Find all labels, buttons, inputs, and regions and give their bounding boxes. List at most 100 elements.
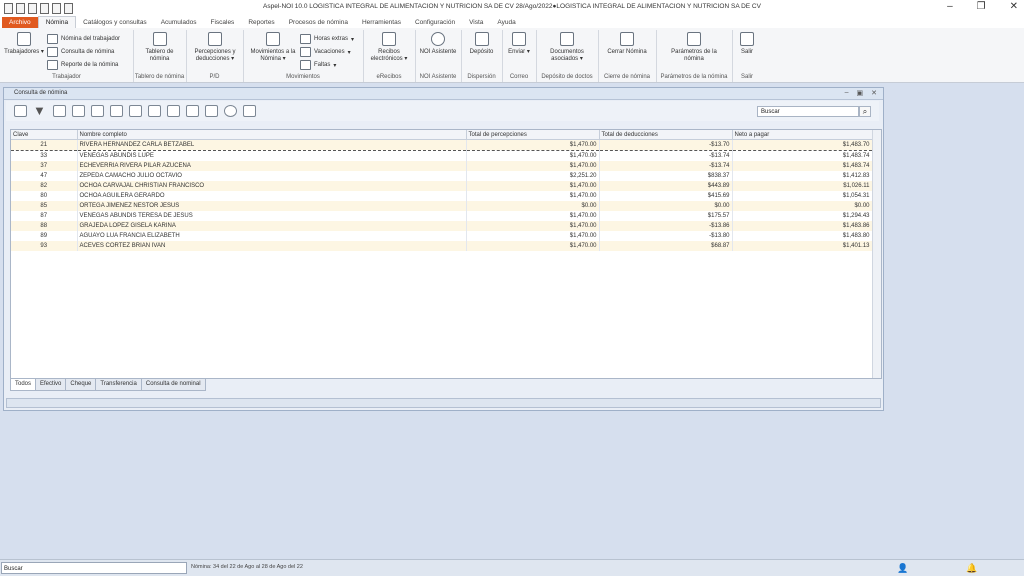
window-controls: – ❐ ✕ bbox=[947, 1, 1018, 12]
group-cierre: Cerrar Nómina Cierre de nómina bbox=[598, 30, 657, 82]
trabajadores-button[interactable]: Trabajadores ▾ bbox=[4, 32, 44, 56]
consulta-nomina-button[interactable]: Consulta de nómina bbox=[47, 47, 114, 57]
view-icon[interactable] bbox=[53, 105, 66, 117]
tab-herramientas[interactable]: Herramientas bbox=[355, 17, 408, 28]
table-row[interactable]: 93 ACEVES CORTEZ BRIAN IVAN $1,470.00 $68.8… bbox=[11, 241, 873, 251]
filter-icon[interactable]: ▼ bbox=[33, 104, 47, 117]
calendar-icon[interactable] bbox=[186, 105, 199, 117]
recibos-button[interactable]: Recibos electrónicos ▾ bbox=[367, 32, 411, 63]
horas-extras-button[interactable]: Horas extras ▾ bbox=[300, 34, 354, 44]
tab-fiscales[interactable]: Fiscales bbox=[203, 17, 241, 28]
documentos-button[interactable]: Documentos asociados ▾ bbox=[542, 32, 592, 63]
consulta-nomina-window: Consulta de nómina – ▣ ✕ ▼ Buscar ⌕ Clav… bbox=[3, 87, 884, 411]
column-header-nombre[interactable]: Nombre completo bbox=[77, 130, 467, 140]
table-row[interactable]: 85 ORTEGA JIMENEZ NESTOR JESUS $0.00 $0.00 $… bbox=[11, 201, 873, 211]
deposito-button[interactable]: Depósito bbox=[463, 32, 500, 56]
print-icon[interactable] bbox=[110, 105, 123, 117]
tab-reportes[interactable]: Reportes bbox=[241, 17, 281, 28]
tab-vista[interactable]: Vista bbox=[462, 17, 490, 28]
faltas-button[interactable]: Faltas ▾ bbox=[300, 60, 336, 70]
group-salir: Salir Salir bbox=[732, 30, 762, 82]
edit-icon[interactable] bbox=[72, 105, 85, 117]
clock-icon bbox=[300, 34, 311, 44]
column-header-neto[interactable]: Neto a pagar bbox=[732, 130, 873, 140]
tab-nomina[interactable]: Nómina bbox=[37, 16, 77, 28]
status-bar: Buscar Nómina: 34 del 22 de Ago al 28 de… bbox=[0, 559, 1024, 576]
group-label: NOI Asistente bbox=[419, 74, 457, 80]
cerrar-nomina-button[interactable]: Cerrar Nómina bbox=[607, 32, 647, 56]
panel-restore-button[interactable]: ▣ bbox=[857, 89, 864, 97]
person-icon[interactable] bbox=[14, 105, 27, 117]
group-label: Trabajador bbox=[52, 74, 81, 80]
export-icon[interactable] bbox=[167, 105, 180, 117]
minimize-button[interactable]: – bbox=[947, 1, 953, 12]
table-row[interactable]: 37 ECHEVERRIA RIVERA PILAR AZUCENA $1,470.… bbox=[11, 161, 873, 171]
tab-consulta-nominal[interactable]: Consulta de nominal bbox=[140, 379, 206, 391]
table-row[interactable]: 47 ZEPEDA CAMACHO JULIO OCTAVIO $2,251.20 $… bbox=[11, 171, 873, 181]
tab-cheque[interactable]: Cheque bbox=[65, 379, 97, 391]
tab-acumulados[interactable]: Acumulados bbox=[154, 17, 204, 28]
help-icon[interactable] bbox=[224, 105, 237, 117]
group-label: Tablero de nómina bbox=[134, 74, 185, 80]
movimientos-button[interactable]: Movimientos a la Nómina ▾ bbox=[249, 32, 297, 63]
table-row[interactable]: 88 GRAJEDA LOPEZ GISELA KARINA $1,470.00 -$… bbox=[11, 221, 873, 231]
group-label: Correo bbox=[509, 74, 529, 80]
vacaciones-button[interactable]: Vacaciones ▾ bbox=[300, 47, 351, 57]
reporte-nomina-button[interactable]: Reporte de la nómina bbox=[47, 60, 118, 70]
table-row[interactable]: 80 OCHOA AGUILERA GERARDO $1,470.00 $415.69… bbox=[11, 191, 873, 201]
tab-catalogos[interactable]: Catálogos y consultas bbox=[76, 17, 154, 28]
table-row[interactable]: 33 VENEGAS ABUNDIS LUPE $1,470.00 -$13.74 $1… bbox=[11, 150, 873, 161]
group-label: Salir bbox=[740, 74, 753, 80]
document-icon[interactable] bbox=[91, 105, 104, 117]
table-row[interactable]: 82 OCHOA CARVAJAL CHRISTIAN FRANCISCO $1,4… bbox=[11, 181, 873, 191]
group-label: Depósito de doctos bbox=[541, 74, 593, 80]
parametros-button[interactable]: Parámetros de la nómina bbox=[664, 32, 724, 63]
window-title: Aspel-NOI 10.0 LOGISTICA INTEGRAL DE ALI… bbox=[263, 3, 761, 10]
salir-button[interactable]: Salir bbox=[734, 32, 760, 56]
table-row[interactable]: 89 AGUAYO LUA FRANCIA ELIZABETH $1,470.00-… bbox=[11, 231, 873, 241]
close-button[interactable]: ✕ bbox=[1010, 1, 1018, 12]
noi-asistente-button[interactable]: NOI Asistente bbox=[418, 32, 458, 56]
tab-transferencia[interactable]: Transferencia bbox=[95, 379, 142, 391]
enviar-button[interactable]: Enviar ▾ bbox=[504, 32, 534, 56]
duplicate-icon[interactable] bbox=[148, 105, 161, 117]
copy-icon[interactable] bbox=[129, 105, 142, 117]
table-row[interactable]: 21 RIVERA HERNANDEZ CARLA BETZABEL $1,470.… bbox=[11, 139, 873, 151]
panel-minimize-button[interactable]: – bbox=[845, 89, 849, 97]
group-tablero: Tablero de nómina Tablero de nómina bbox=[133, 30, 187, 82]
nomina-trabajador-button[interactable]: Nómina del trabajador bbox=[47, 34, 120, 44]
column-header-clave[interactable]: Clave bbox=[11, 130, 78, 140]
group-label: eRecibos bbox=[376, 74, 402, 80]
exit-icon[interactable] bbox=[243, 105, 256, 117]
bell-icon[interactable]: 🔔 bbox=[966, 563, 977, 574]
payroll-table: Clave Nombre completo Total de percepcio… bbox=[10, 129, 882, 379]
calculator-icon[interactable] bbox=[205, 105, 218, 117]
tablero-button[interactable]: Tablero de nómina bbox=[138, 32, 181, 63]
search-icon[interactable]: ⌕ bbox=[859, 106, 871, 117]
panel-title-bar: Consulta de nómina – ▣ ✕ bbox=[4, 88, 883, 100]
column-header-percepciones[interactable]: Total de percepciones bbox=[466, 130, 600, 140]
percepciones-button[interactable]: Percepciones y deducciones ▾ bbox=[192, 32, 238, 63]
assistant-icon bbox=[431, 32, 445, 46]
column-header-deducciones[interactable]: Total de deducciones bbox=[599, 130, 733, 140]
tab-ayuda[interactable]: Ayuda bbox=[490, 17, 522, 28]
global-search-input[interactable]: Buscar bbox=[1, 562, 187, 574]
panel-search-input[interactable]: Buscar bbox=[757, 106, 859, 117]
query-icon bbox=[47, 47, 58, 57]
group-noi: NOI Asistente NOI Asistente bbox=[415, 30, 462, 82]
user-icon[interactable]: 👤 bbox=[897, 563, 908, 574]
restore-button[interactable]: ❐ bbox=[977, 1, 986, 12]
panel-close-button[interactable]: ✕ bbox=[871, 89, 877, 97]
vertical-scrollbar[interactable] bbox=[872, 130, 881, 378]
documents-icon bbox=[560, 32, 574, 46]
group-dispersion: Depósito Dispersión bbox=[461, 30, 503, 82]
tab-procesos[interactable]: Procesos de nómina bbox=[282, 17, 355, 28]
ribbon-tabs: Archivo Nómina Catálogos y consultas Acu… bbox=[0, 16, 1024, 28]
table-row[interactable]: 87 VENEGAS ABUNDIS TERESA DE JESUS $1,470.… bbox=[11, 211, 873, 221]
tab-configuracion[interactable]: Configuración bbox=[408, 17, 462, 28]
group-pd: Percepciones y deducciones ▾ P/D bbox=[186, 30, 244, 82]
tab-efectivo[interactable]: Efectivo bbox=[35, 379, 67, 391]
tab-archivo[interactable]: Archivo bbox=[2, 17, 38, 28]
nomina-period-text: Nómina: 34 del 22 de Ago al 28 de Ago de… bbox=[191, 564, 303, 570]
tab-todos[interactable]: Todos bbox=[10, 379, 37, 391]
